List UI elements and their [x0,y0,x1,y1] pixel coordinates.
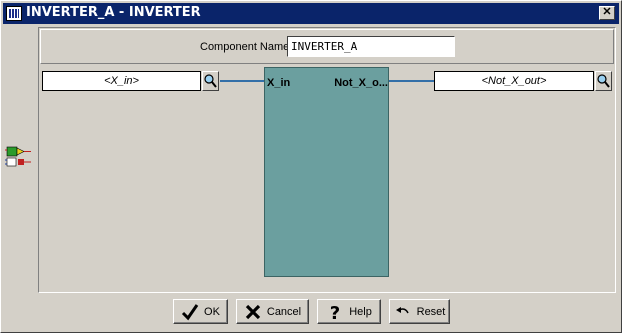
reset-label: Reset [416,305,446,318]
dialog-window: INVERTER_A - INVERTER ✕ Component Name I… [0,0,622,333]
title-bar[interactable]: INVERTER_A - INVERTER ✕ [3,3,619,24]
component-name-input[interactable]: INVERTER_A [287,36,455,57]
magnifier-icon [204,74,217,88]
magnifier-icon [597,74,610,88]
app-icon [6,6,22,21]
close-button[interactable]: ✕ [599,6,615,20]
cancel-x-icon [245,304,261,319]
question-mark-icon: ? [330,303,340,321]
help-label: Help [349,305,372,318]
output-pin-label: Not_X_o... [334,77,388,89]
component-name-label: Component Name [200,41,290,53]
undo-arrow-icon [395,306,409,313]
cancel-button[interactable]: Cancel [236,299,309,324]
schematic-toggle-icon[interactable] [5,146,33,168]
help-button[interactable]: ? Help [317,299,381,324]
input-pin-search-button[interactable] [202,71,219,91]
input-pin-label: X_in [267,77,291,89]
output-pin-search-button[interactable] [595,71,612,91]
checkmark-icon [181,303,199,320]
input-wire [220,80,264,82]
cancel-label: Cancel [266,305,302,318]
output-wire [389,80,434,82]
window-title: INVERTER_A - INVERTER [26,5,201,20]
inverter-component-body[interactable]: X_in Not_X_o... [264,67,389,277]
reset-button[interactable]: Reset [389,299,450,324]
ok-label: OK [204,305,220,318]
component-name-panel: Component Name INVERTER_A [40,29,614,64]
svg-text:?: ? [330,303,340,321]
output-pin-field[interactable]: <Not_X_out> [434,71,594,91]
ok-button[interactable]: OK [173,299,228,324]
input-pin-field[interactable]: <X_in> [42,71,201,91]
